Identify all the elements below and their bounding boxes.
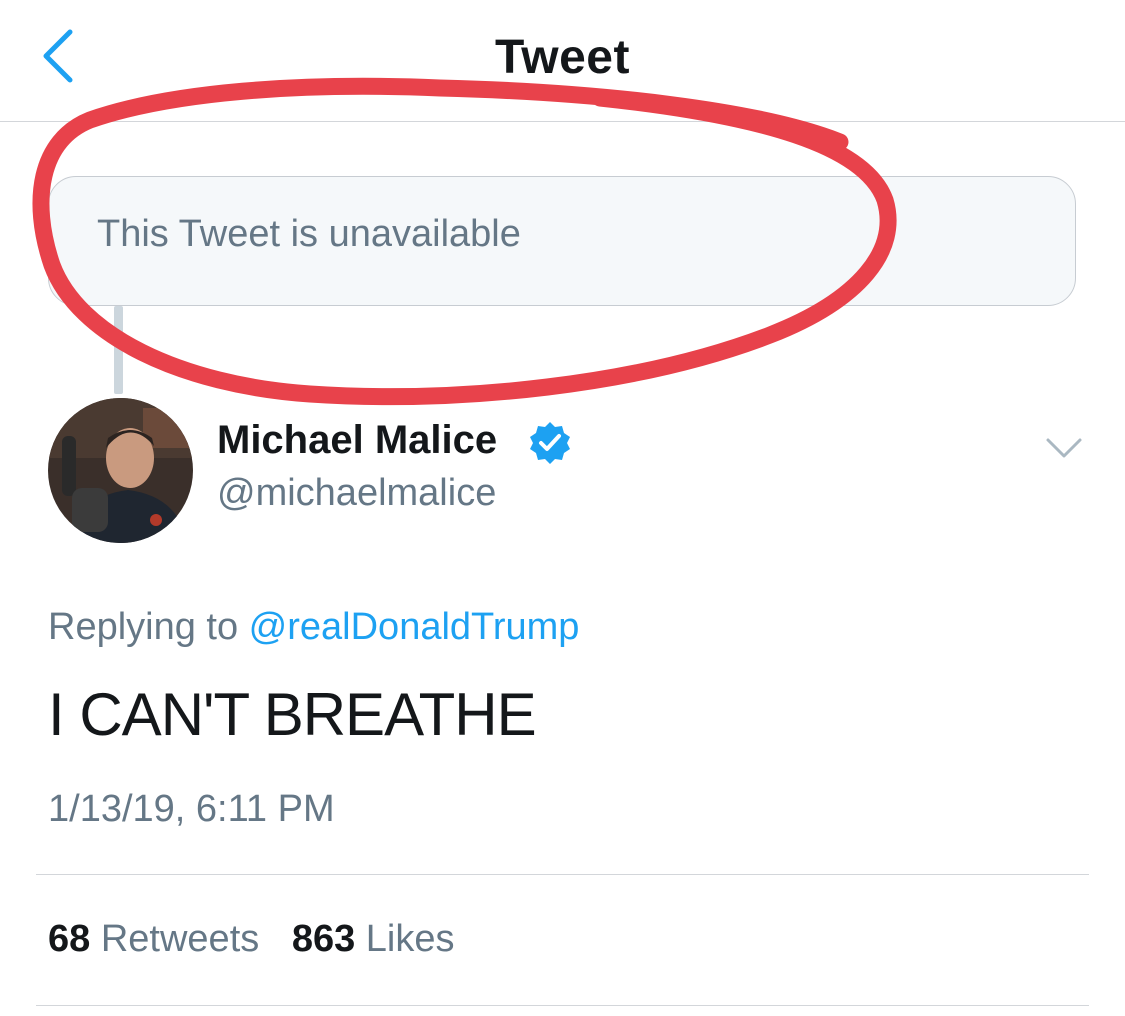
likes-stat[interactable]: 863 Likes <box>292 918 455 960</box>
divider <box>36 874 1089 875</box>
unavailable-tweet-card: This Tweet is unavailable <box>48 176 1076 306</box>
replying-to-mention[interactable]: @realDonaldTrump <box>249 606 580 648</box>
author-name[interactable]: Michael Malice <box>217 418 497 463</box>
chevron-down-icon[interactable] <box>1044 430 1084 466</box>
retweets-count: 68 <box>48 918 91 960</box>
verified-badge-icon <box>527 420 573 466</box>
avatar[interactable] <box>48 398 193 543</box>
replying-to-line: Replying to @realDonaldTrump <box>48 606 579 649</box>
retweets-stat[interactable]: 68 Retweets <box>48 918 259 960</box>
tweet-timestamp: 1/13/19, 6:11 PM <box>48 788 335 830</box>
unavailable-tweet-text: This Tweet is unavailable <box>97 213 521 255</box>
navigation-bar: Tweet <box>0 0 1125 122</box>
author-handle[interactable]: @michaelmalice <box>217 472 496 515</box>
tweet-text: I CAN'T BREATHE <box>48 681 537 748</box>
divider <box>36 1005 1089 1006</box>
page-title: Tweet <box>495 31 630 84</box>
tweet-stats: 68 Retweets 863 Likes <box>48 918 477 961</box>
thread-connector-line <box>114 306 123 394</box>
likes-label: Likes <box>365 918 455 960</box>
likes-count: 863 <box>291 918 356 960</box>
retweets-label: Retweets <box>100 918 260 960</box>
replying-to-label: Replying to <box>48 606 249 648</box>
